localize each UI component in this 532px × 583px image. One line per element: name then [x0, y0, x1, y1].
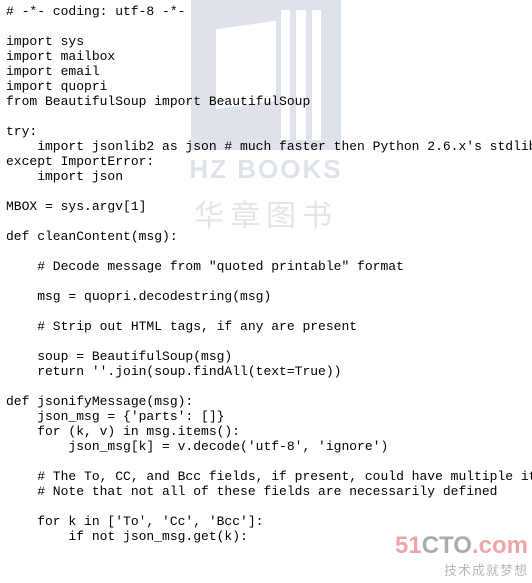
watermark-tagline: 技术成就梦想 [395, 560, 528, 579]
code-block: # -*- coding: utf-8 -*- import sys impor… [0, 0, 532, 548]
